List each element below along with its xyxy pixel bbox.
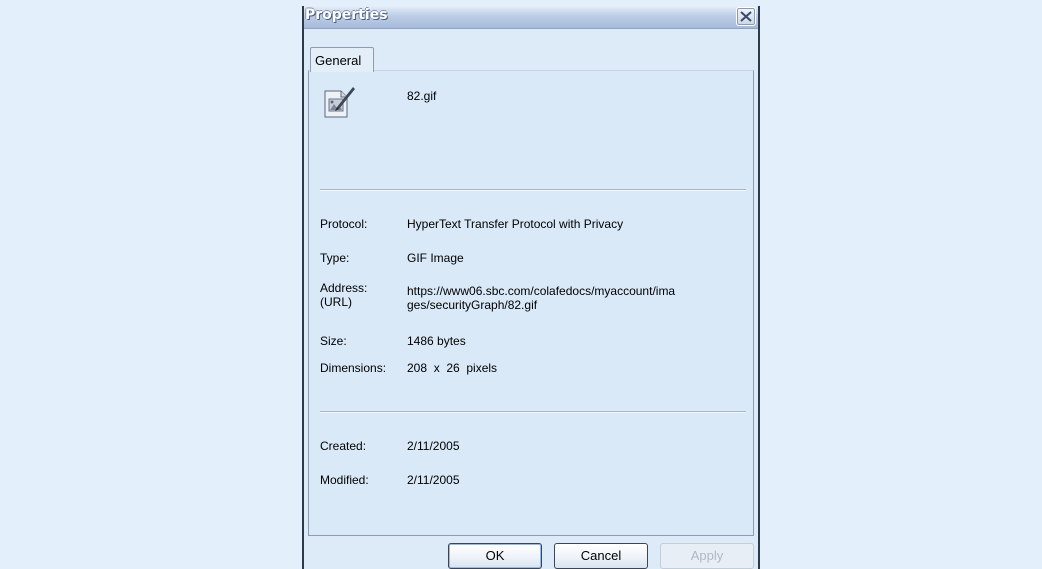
modified-label: Modified: (320, 473, 369, 487)
protocol-label: Protocol: (320, 217, 368, 231)
protocol-value: HyperText Transfer Protocol with Privacy (407, 217, 624, 231)
ok-button[interactable]: OK (448, 543, 542, 569)
created-label: Created: (320, 439, 367, 453)
type-value: GIF Image (407, 251, 464, 265)
cancel-button[interactable]: Cancel (554, 543, 648, 569)
address-label-line2: (URL) (320, 295, 352, 309)
modified-value: 2/11/2005 (407, 473, 460, 487)
size-value: 1486 bytes (407, 334, 466, 348)
dimensions-value: 208 x 26 pixels (407, 361, 498, 375)
address-value-line1: https://www06.sbc.com/colafedocs/myaccou… (407, 284, 676, 298)
title-bar[interactable]: Properties (304, 6, 758, 29)
properties-dialog: Properties General 82.gif Protocol: Hype… (302, 6, 760, 569)
dimensions-label: Dimensions: (320, 361, 387, 375)
created-value: 2/11/2005 (407, 439, 460, 453)
tab-general[interactable]: General (310, 47, 374, 72)
divider (320, 189, 746, 191)
general-tab-panel: 82.gif Protocol: HyperText Transfer Prot… (308, 70, 754, 536)
file-name: 82.gif (407, 89, 437, 103)
address-value-line2: ges/securityGraph/82.gif (407, 298, 538, 312)
window-title: Properties (305, 7, 388, 23)
tab-general-label: General (315, 53, 362, 68)
type-label: Type: (320, 251, 350, 265)
close-button[interactable] (736, 7, 756, 26)
gif-image-file-icon (323, 83, 357, 119)
divider (320, 411, 746, 413)
close-icon (740, 11, 752, 22)
address-label-line1: Address: (320, 281, 368, 295)
size-label: Size: (320, 334, 347, 348)
apply-button[interactable]: Apply (660, 543, 754, 569)
